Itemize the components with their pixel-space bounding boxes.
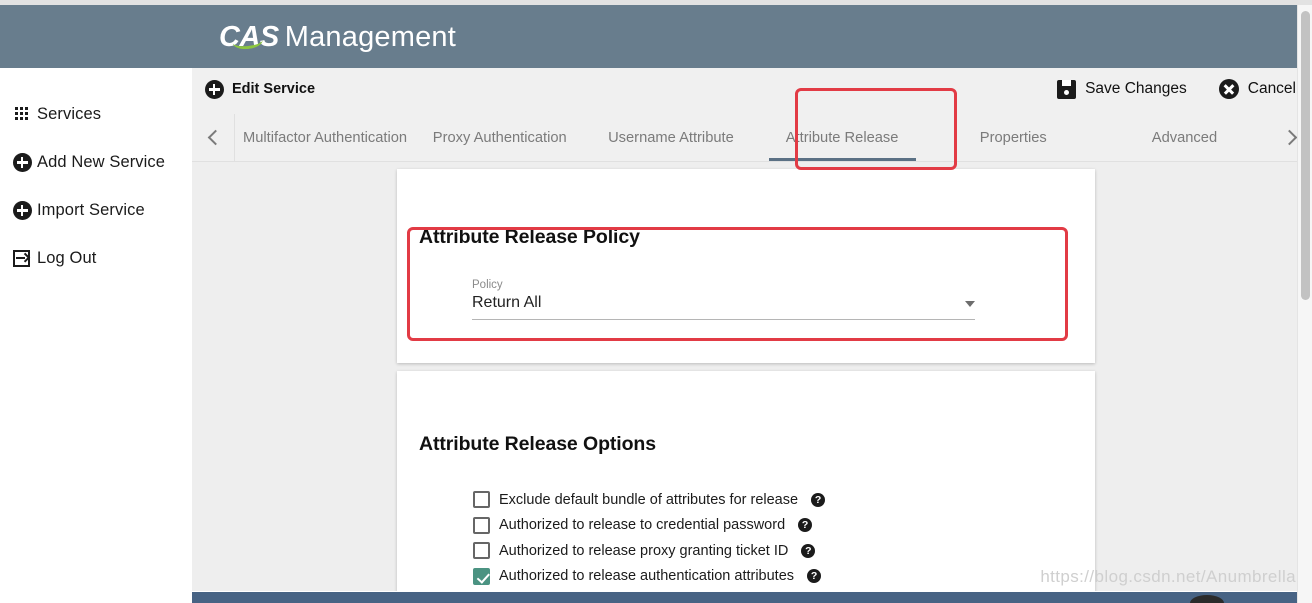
checkbox-label: Authorized to release authentication att… [499,568,795,585]
scrollbar-thumb[interactable] [1301,11,1310,300]
grid-icon [12,104,32,124]
edit-service-button[interactable]: Edit Service [204,79,315,99]
tab-proxy-authentication[interactable]: Proxy Authentication [414,114,585,161]
sidebar-item-import-service[interactable]: Import Service [0,186,192,234]
plus-circle-icon [12,152,32,172]
checkbox-label: Exclude default bundle of attributes for… [499,491,799,508]
sidebar-header [0,5,192,68]
footer-decoration [1190,595,1224,603]
tab-attribute-release[interactable]: Attribute Release [757,114,928,161]
checkbox-label: Authorized to release to credential pass… [499,517,786,534]
policy-select-value: Return All [472,294,542,311]
attribute-release-options-list: Exclude default bundle of attributes for… [473,487,826,590]
sidebar: Services Add New Service Import Service … [0,5,192,603]
plus-circle-icon [12,200,32,220]
help-icon[interactable]: ? [798,518,813,533]
sidebar-item-log-out[interactable]: Log Out [0,234,192,282]
cas-logo: CAS [219,21,279,53]
tab-advanced[interactable]: Advanced [1099,114,1270,161]
toolbar-actions: Save Changes Cancel [1057,79,1296,99]
plus-circle-icon [204,79,224,99]
help-icon[interactable]: ? [811,492,826,507]
save-changes-label: Save Changes [1085,80,1187,97]
sidebar-nav: Services Add New Service Import Service … [0,68,192,603]
tab-bar: Multifactor Authentication Proxy Authent… [192,114,1312,162]
footer-bar [192,592,1312,603]
sidebar-item-label: Import Service [37,200,145,219]
checkbox-row-exclude-default-bundle[interactable]: Exclude default bundle of attributes for… [473,487,826,513]
app-header: CAS Management [192,5,1312,68]
chevron-right-icon [1281,129,1297,146]
cancel-button[interactable]: Cancel [1218,79,1296,99]
watermark: https://blog.csdn.net/Anumbrella [1040,567,1296,586]
attribute-release-policy-title: Attribute Release Policy [419,226,640,248]
app-title: Management [284,21,457,53]
tab-multifactor-authentication[interactable]: Multifactor Authentication [235,114,414,161]
checkbox-row-authentication-attributes[interactable]: Authorized to release authentication att… [473,564,825,590]
save-changes-button[interactable]: Save Changes [1057,79,1187,99]
checkbox-credential-password[interactable] [473,516,490,534]
content-scroll-area[interactable]: Attribute Release Policy Policy Return A… [192,163,1312,603]
tab-label: Attribute Release [785,129,899,146]
tab-properties[interactable]: Properties [928,114,1099,161]
tab-label: Properties [979,129,1047,146]
policy-field-label: Policy [472,279,503,291]
checkbox-exclude-default-bundle[interactable] [473,491,490,509]
help-icon[interactable]: ? [807,569,822,584]
checkbox-authentication-attributes[interactable] [473,567,490,585]
main-area: CAS Management Edit Service Save Changes … [192,5,1312,603]
sidebar-item-label: Add New Service [37,152,166,171]
checkbox-label: Authorized to release proxy granting tic… [499,542,789,559]
tab-label: Advanced [1151,129,1218,146]
cancel-label: Cancel [1247,80,1296,97]
tab-label: Username Attribute [608,129,734,146]
checkbox-proxy-granting-ticket-id[interactable] [473,542,490,560]
tab-label: Proxy Authentication [432,129,567,146]
policy-field: Policy Return All [472,279,975,320]
attribute-release-policy-card: Attribute Release Policy Policy Return A… [397,169,1095,363]
sidebar-item-label: Services [37,104,102,123]
help-icon[interactable]: ? [801,543,816,558]
content-backdrop [192,163,397,603]
sidebar-item-add-new-service[interactable]: Add New Service [0,138,192,186]
tab-username-attribute[interactable]: Username Attribute [585,114,756,161]
tab-label: Multifactor Authentication [243,129,408,146]
app-brand: CAS Management [219,21,456,54]
footer-left-spacer [0,591,192,603]
checkbox-row-credential-password[interactable]: Authorized to release to credential pass… [473,513,825,539]
toolbar: Edit Service Save Changes Cancel [192,68,1312,114]
tabs-scroll-left-button[interactable] [192,114,234,161]
app-root: Services Add New Service Import Service … [0,0,1312,603]
save-icon [1057,79,1077,99]
close-icon [1218,79,1239,99]
vertical-scrollbar[interactable] [1297,5,1312,603]
sidebar-item-label: Log Out [37,248,97,267]
sidebar-item-services[interactable]: Services [0,90,192,138]
tab-list: Multifactor Authentication Proxy Authent… [234,114,1270,161]
attribute-release-options-card: Attribute Release Options Exclude defaul… [397,371,1095,603]
attribute-release-options-title: Attribute Release Options [419,433,656,455]
chevron-left-icon [207,129,223,146]
checkbox-row-proxy-granting-ticket-id[interactable]: Authorized to release proxy granting tic… [473,538,825,564]
logout-icon [12,248,32,268]
edit-service-label: Edit Service [232,81,316,97]
chevron-down-icon [965,301,975,307]
policy-select[interactable]: Return All [472,294,975,320]
